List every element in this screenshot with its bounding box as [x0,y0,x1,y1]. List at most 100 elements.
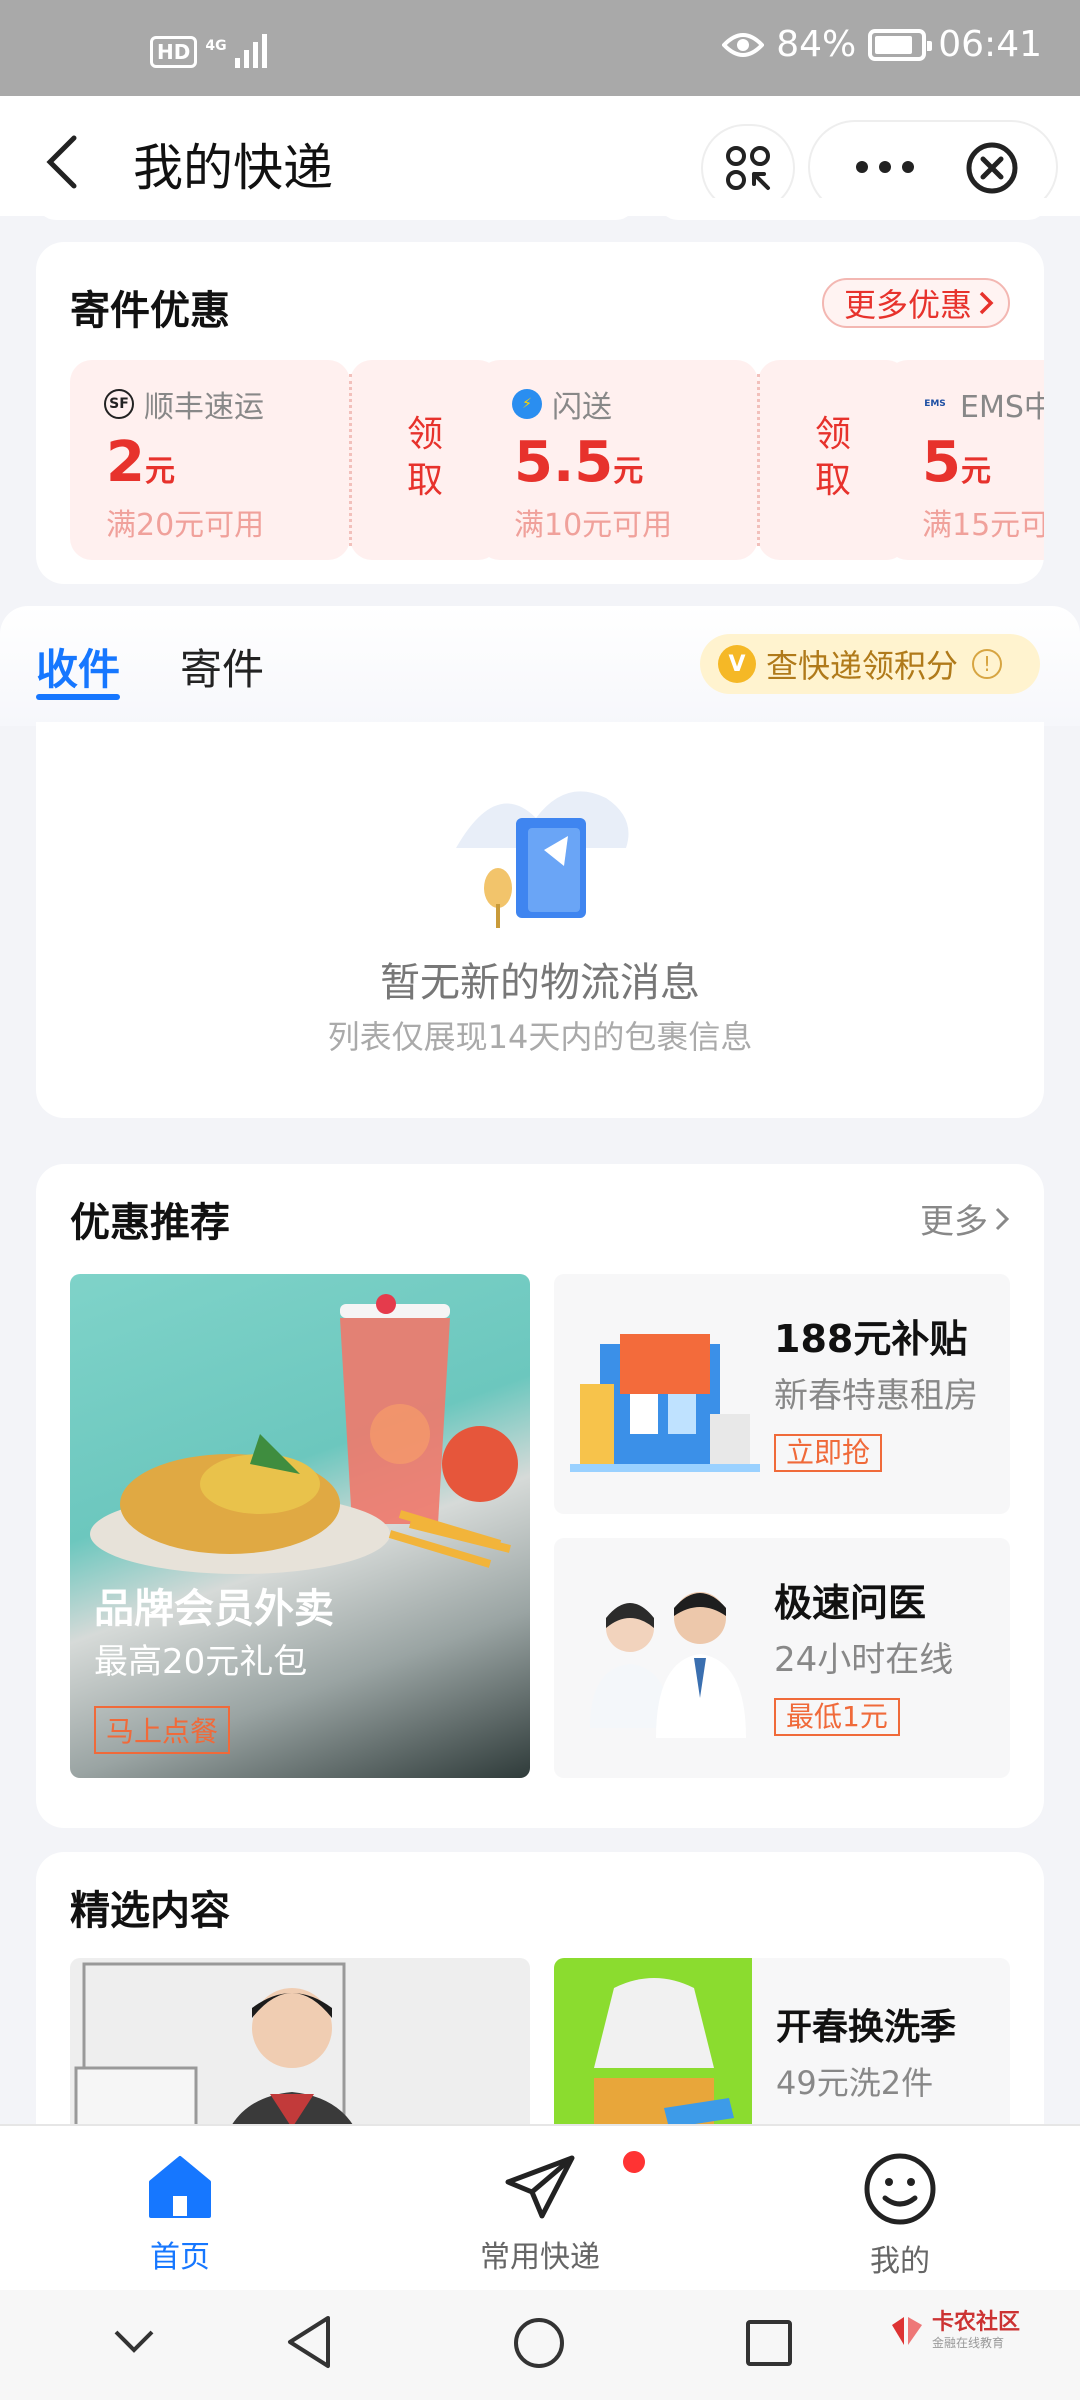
watermark-name: 卡农社区 [931,2310,1020,2335]
section-title: 寄件优惠 [70,288,230,334]
paper-plane-icon [505,2155,575,2219]
coupon-divider [757,374,760,546]
amount-unit: 元 [144,454,175,489]
back-arrow-icon[interactable] [40,134,88,190]
more-options-button[interactable] [840,147,930,187]
promo-title: 188元补贴 [774,1317,968,1361]
tab-label: 首页 [150,2240,210,2275]
home-icon [149,2156,211,2218]
scan-icon [726,146,770,190]
coupon-brand: EMS EMS中 [920,382,1044,426]
back-triangle-icon[interactable] [284,2314,334,2370]
amount-value: 2 [106,430,145,495]
promo-title: 品牌会员外卖 [94,1586,334,1632]
coupon-amount: 5元 [922,430,991,495]
empty-message: 暂无新的物流消息 [380,960,700,1006]
partial-card [658,198,1048,220]
coupon-condition: 满15元可 [922,508,1044,543]
coin-icon: V [718,645,756,683]
battery-percent: 84% [776,24,857,65]
coupon-condition: 满10元可用 [514,508,673,543]
section-title: 优惠推荐 [70,1200,230,1246]
sf-logo-icon: SF [104,389,134,419]
tab-receive[interactable]: 收件 [36,636,120,697]
watermark: 卡农社区 金融在线教育 [890,2312,1020,2351]
hd-badge: HD [150,36,198,68]
flash-logo-icon: ⚡ [512,389,542,419]
notification-dot [620,2148,648,2176]
more-label: 更多 [920,1202,988,1242]
empty-box-illustration [456,791,629,928]
promo-subtitle: 最高20元礼包 [94,1642,308,1682]
food-delivery-promo[interactable]: 品牌会员外卖 最高20元礼包 马上点餐 [70,1274,530,1778]
page-title: 我的快递 [133,139,333,197]
system-navigation-bar: 卡农社区 金融在线教育 [0,2290,1080,2400]
info-icon: ! [972,649,1003,679]
clock: 06:41 [938,24,1042,65]
smiley-icon [864,2153,936,2225]
order-now-button[interactable]: 马上点餐 [94,1706,231,1754]
tab-home[interactable]: 首页 [80,2152,280,2276]
coupon-card[interactable]: ⚡ 闪送 5.5元 满10元可用 领取 [478,360,908,560]
coupon-body: EMS EMS中 5元 满15元可 [886,360,1044,560]
coupon-list: SF 顺丰速运 2元 满20元可用 领取 ⚡ 闪送 5.5元 满10元可用 领取 [70,360,1044,560]
promo-tag: 立即抢 [774,1434,883,1472]
chevron-down-icon[interactable] [112,2326,156,2356]
signal-icon [234,34,267,68]
partial-card [36,198,636,220]
tab-mine[interactable]: 我的 [800,2152,1000,2280]
coupon-card[interactable]: SF 顺丰速运 2元 满20元可用 领取 [70,360,500,560]
chevron-right-icon [979,291,994,315]
brand-name: EMS中 [960,390,1044,425]
more-coupons-label: 更多优惠 [843,286,972,324]
more-recommend-link[interactable]: 更多 [920,1194,1010,1243]
tab-send[interactable]: 寄件 [180,636,264,697]
more-dots-icon [856,161,914,173]
more-coupons-button[interactable]: 更多优惠 [821,278,1010,328]
coupon-brand: ⚡ 闪送 [512,382,612,426]
points-button[interactable]: V 查快递领积分 ! [700,634,1040,694]
food-illustration [90,1294,518,1574]
home-circle-icon[interactable] [512,2316,566,2370]
recent-apps-icon[interactable] [744,2318,794,2368]
coupon-divider [349,374,352,546]
coupon-amount: 2元 [106,430,175,495]
network-type: 4G [205,38,227,54]
coupon-amount: 5.5元 [514,430,643,495]
content-subtitle: 49元洗2件 [776,2064,934,2102]
rental-promo[interactable]: 188元补贴 新春特惠租房 立即抢 [554,1274,1010,1514]
doctor-promo[interactable]: 极速问医 24小时在线 最低1元 [554,1538,1010,1778]
section-title: 精选内容 [70,1888,230,1934]
close-icon[interactable] [965,141,1019,195]
empty-state-card: 暂无新的物流消息 列表仅展现14天内的包裹信息 [36,722,1044,1118]
chevron-right-icon [995,1207,1010,1230]
promo-tag: 最低1元 [774,1698,900,1736]
points-label: 查快递领积分 [766,647,959,685]
coupon-condition: 满20元可用 [106,508,265,543]
selected-content-section: 精选内容 开春换洗季 49元洗2件 [36,1852,1044,2158]
coupon-section: 寄件优惠 更多优惠 SF 顺丰速运 2元 满20元可用 领取 ⚡ 闪送 5.5元… [36,242,1044,584]
amount-value: 5 [922,430,961,495]
coupon-card[interactable]: EMS EMS中 5元 满15元可 [886,360,1044,560]
coupon-body: SF 顺丰速运 2元 满20元可用 [70,360,350,560]
watermark-sub: 金融在线教育 [931,2336,1004,2350]
recommend-section: 优惠推荐 更多 品牌会员外卖 最高20元礼包 马上点餐 188元补贴 新春特惠租… [36,1164,1044,1828]
status-bar: HD 4G 84% 06:41 [0,0,1080,96]
bottom-tab-bar: 首页 常用快递 我的 [0,2124,1080,2290]
promo-subtitle: 新春特惠租房 [774,1376,978,1416]
battery-fill [875,35,913,54]
brand-name: 闪送 [552,390,612,425]
network-indicators: HD 4G [150,34,267,68]
active-tab-indicator [36,694,120,700]
content-title: 开春换洗季 [776,2007,957,2048]
amount-value: 5.5 [514,430,614,495]
ems-logo-icon: EMS [924,399,946,409]
amount-unit: 元 [960,454,991,489]
doctors-illustration [590,1592,746,1738]
brand-name: 顺丰速运 [144,390,264,425]
tab-common-express[interactable]: 常用快递 [440,2148,648,2276]
empty-hint: 列表仅展现14天内的包裹信息 [327,1018,753,1056]
eye-icon [722,32,765,57]
coupon-body: ⚡ 闪送 5.5元 满10元可用 [478,360,758,560]
amount-unit: 元 [613,454,644,489]
